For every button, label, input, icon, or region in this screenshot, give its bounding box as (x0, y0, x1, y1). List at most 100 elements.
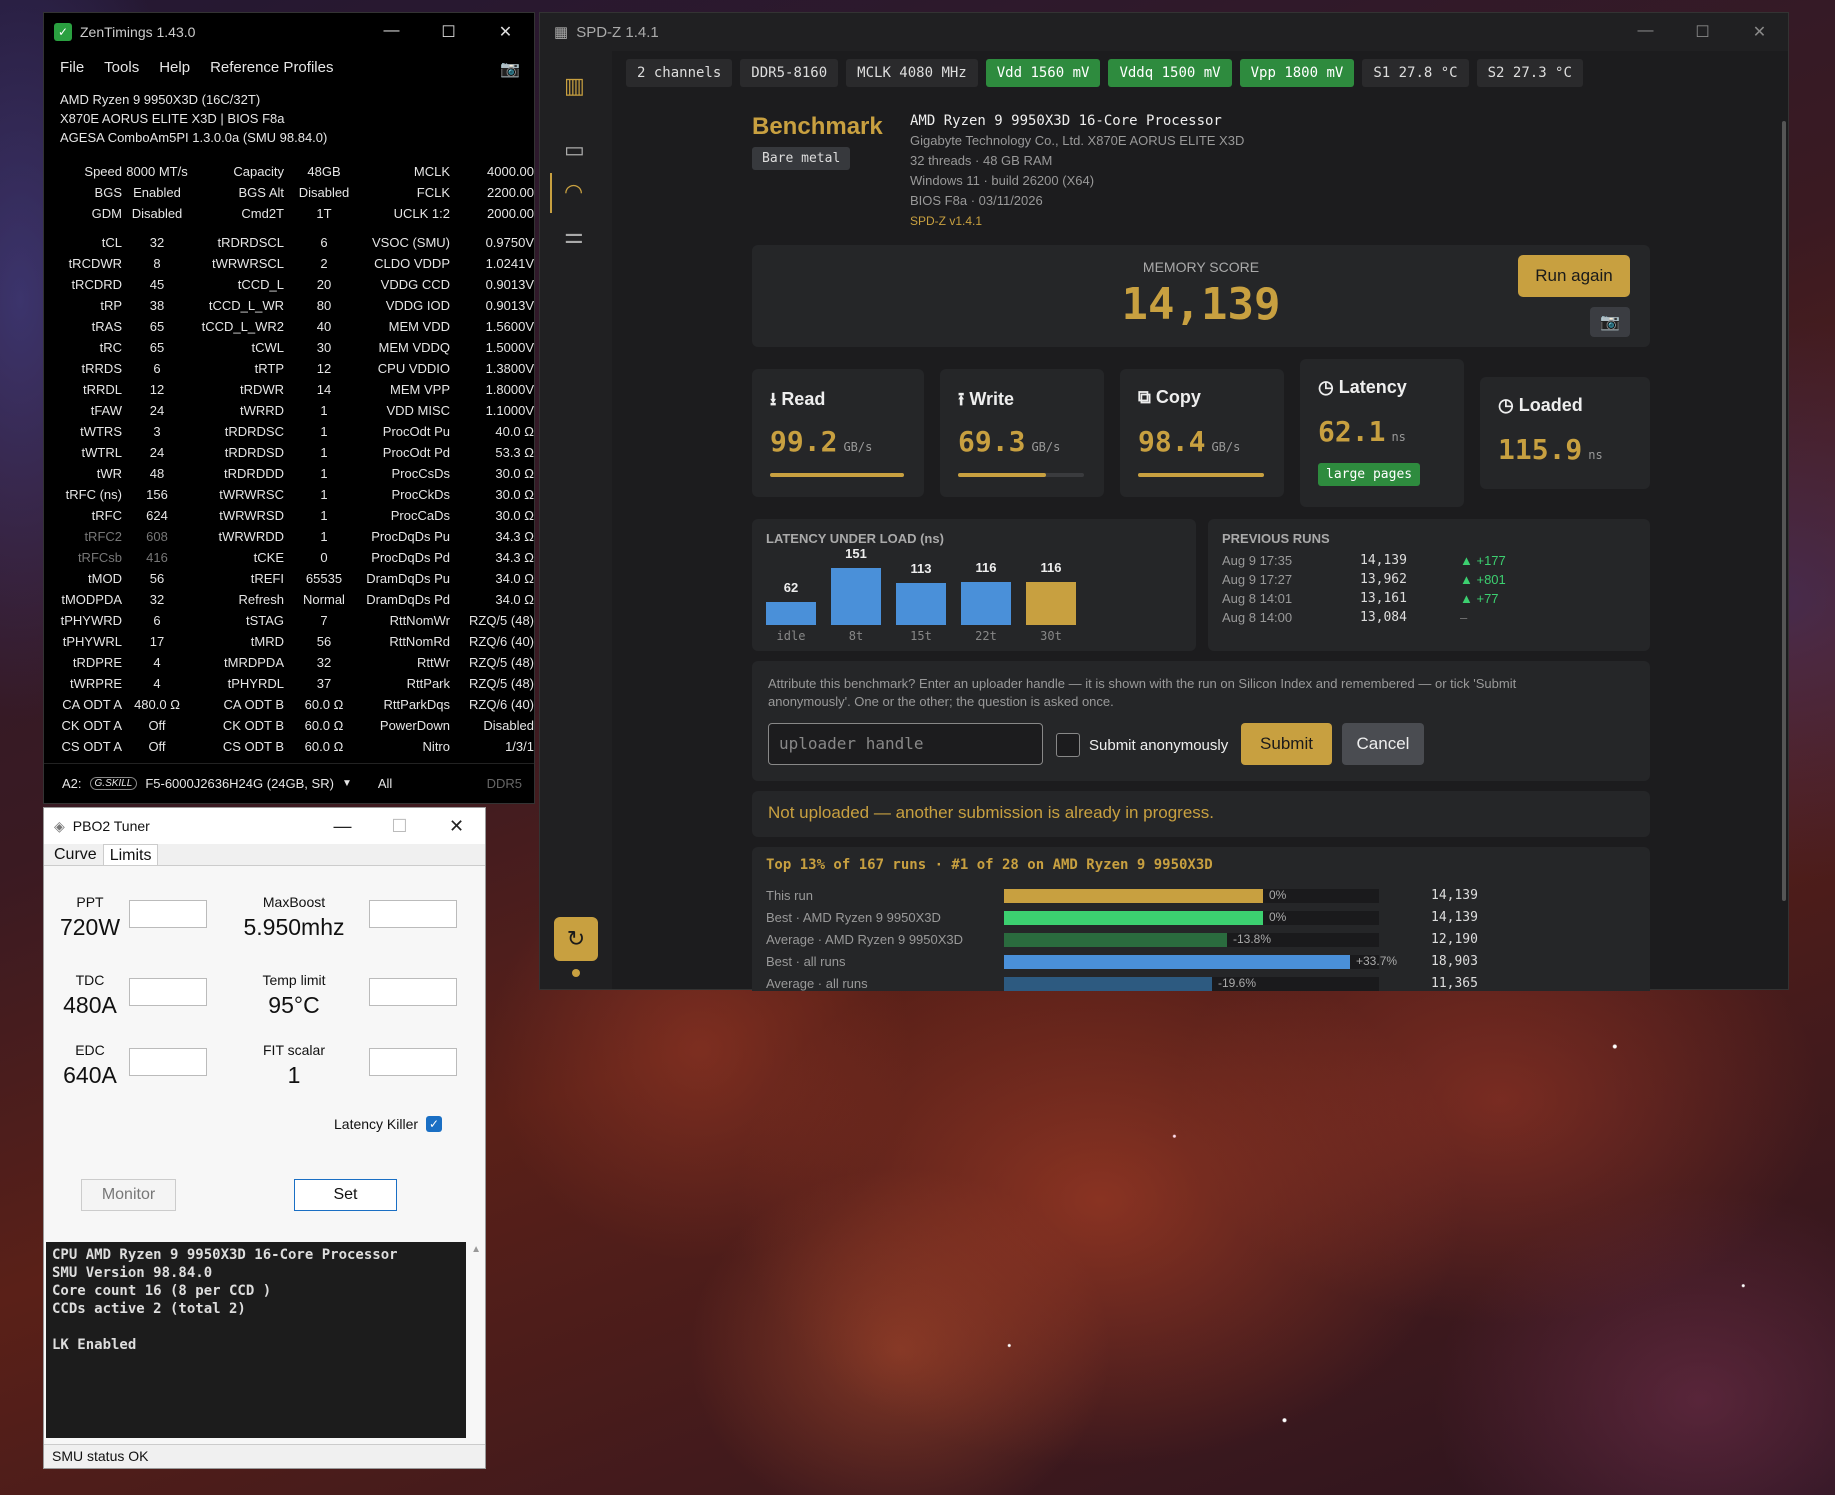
menu-tools[interactable]: Tools (104, 59, 139, 76)
gauge-icon[interactable]: ◠ (564, 179, 583, 205)
timing-value: 37 (316, 676, 332, 691)
timing-label: tWRRD (239, 403, 284, 418)
camera-icon[interactable]: 📷 (1590, 307, 1630, 337)
run-again-button[interactable]: Run again (1518, 255, 1630, 297)
previous-runs-panel: PREVIOUS RUNS Aug 9 17:35 14,139 ▲ +177 Aug… (1208, 519, 1650, 651)
timing-row: tRFC (ns) 156 tWRWRSC 1 ProcCkDs 30.0 Ω (44, 484, 534, 505)
screenshot-camera-icon[interactable]: 📷 (500, 59, 520, 79)
pbo-logo-icon: ◈ (54, 817, 65, 834)
read-card: ⭳ Read 99.2 GB/s (752, 369, 924, 497)
timing-row: CS ODT A Off CS ODT B 60.0 Ω Nitro 1/3/1 (44, 736, 534, 757)
cancel-button[interactable]: Cancel (1342, 723, 1424, 765)
spd-titlebar[interactable]: ▦ SPD-Z 1.4.1 — ☐ ✕ (540, 13, 1788, 51)
latency-killer-checkbox[interactable]: ✓ (426, 1116, 442, 1132)
timing-row: BGS Enabled BGS Alt Disabled FCLK 2200.00 (44, 182, 534, 203)
close-icon[interactable]: ✕ (477, 22, 534, 42)
ppt-input[interactable] (129, 900, 207, 928)
minimize-icon[interactable]: — (363, 22, 420, 42)
loaded-card: ◷ Loaded 115.9 ns (1480, 377, 1650, 489)
comparison-value: 14,139 (1431, 888, 1478, 903)
scroll-up-icon[interactable]: ▲ (471, 1244, 481, 1255)
menu-reference-profiles[interactable]: Reference Profiles (210, 59, 333, 76)
timing-value: 2 (320, 256, 328, 271)
timing-row: CK ODT A Off CK ODT B 60.0 Ω PowerDown Disabl… (44, 715, 534, 736)
anonymous-checkbox[interactable] (1056, 733, 1080, 757)
comparison-label: Average · all runs (766, 976, 868, 991)
timing-row: tFAW 24 tWRRD 1 VDD MISC 1.1000V (44, 400, 534, 421)
ppt-field: PPT 720W (52, 894, 128, 941)
tab-limits[interactable]: Limits (102, 844, 159, 865)
status-chips: 2 channels DDR5-8160 MCLK 4080 MHz Vdd 1… (626, 59, 1583, 87)
timing-label: tWRWRSCL (212, 256, 284, 271)
comparison-pct: 0% (1269, 910, 1287, 924)
chevron-down-icon[interactable]: ▼ (342, 778, 352, 789)
timing-value: 1 (320, 403, 328, 418)
timing-label: tCL (101, 235, 122, 250)
timing-value: RZQ/6 (40) (468, 634, 534, 649)
module-select[interactable]: F5-6000J2636H24G (24GB, SR) (145, 776, 334, 791)
close-icon[interactable]: ✕ (1731, 22, 1788, 42)
sliders-icon[interactable]: ⚌ (564, 223, 584, 249)
minimize-icon[interactable]: — (1617, 22, 1674, 42)
timing-label: tRDRDSD (224, 445, 284, 460)
timing-label: tCCD_L_WR2 (201, 319, 284, 334)
threads-ram: 32 threads · 48 GB RAM (910, 153, 1053, 168)
edc-label: EDC (75, 1042, 105, 1058)
timing-value: Disabled (483, 718, 534, 733)
timing-value: 624 (146, 508, 168, 523)
timing-value: RZQ/5 (48) (468, 613, 534, 628)
score-value: 14,139 (1121, 279, 1281, 330)
close-icon[interactable]: ✕ (428, 816, 485, 837)
previous-run-row: Aug 8 14:01 13,161 ▲ +77 (1222, 591, 1499, 606)
timing-label: tWRWRSC (219, 487, 284, 502)
maxboost-input[interactable] (369, 900, 457, 928)
console-output[interactable]: CPU AMD Ryzen 9 9950X3D 16-Core Processo… (46, 1242, 466, 1438)
latency-value: 62.1 (1318, 415, 1386, 448)
status-bar: SMU status OK (44, 1444, 485, 1468)
memory-module-icon[interactable]: ▥ (564, 73, 585, 99)
timing-value: Normal (303, 592, 345, 607)
menu-help[interactable]: Help (159, 59, 190, 76)
timing-label: CA ODT A (62, 697, 122, 712)
maximize-icon[interactable]: ☐ (420, 22, 477, 42)
tdc-input[interactable] (129, 978, 207, 1006)
fit-scalar-input[interactable] (369, 1048, 457, 1076)
timing-value: 480.0 Ω (134, 697, 180, 712)
tab-curve[interactable]: Curve (48, 844, 103, 865)
timing-label: MEM VDDQ (378, 340, 451, 355)
scrollbar[interactable] (1782, 121, 1786, 901)
timing-label: tREFI (250, 571, 284, 586)
temp-limit-input[interactable] (369, 978, 457, 1006)
monitor-button[interactable]: Monitor (81, 1179, 176, 1211)
edc-input[interactable] (129, 1048, 207, 1076)
bare-metal-badge: Bare metal (752, 147, 851, 170)
gskill-logo: G.SKILL (89, 777, 138, 790)
lul-title: LATENCY UNDER LOAD (ns) (766, 531, 944, 546)
submit-button[interactable]: Submit (1241, 723, 1332, 765)
run-delta: ▲ +801 (1460, 572, 1506, 587)
upload-warning: Not uploaded — another submission is alr… (752, 791, 1650, 837)
refresh-icon[interactable]: ↻ (554, 917, 598, 961)
minimize-icon[interactable]: — (314, 816, 371, 837)
timing-label: tCKE (253, 550, 284, 565)
zentimings-window: ✓ ZenTimings 1.43.0 — ☐ ✕ File Tools Hel… (43, 12, 535, 804)
maximize-icon[interactable]: ☐ (371, 816, 428, 837)
uploader-handle-input[interactable]: uploader handle (768, 723, 1043, 765)
all-select[interactable]: All (378, 776, 392, 791)
comparison-bar (1004, 933, 1227, 947)
timing-label: tRCDRD (71, 277, 122, 292)
vpp-chip: Vpp 1800 mV (1239, 59, 1355, 87)
timing-value: 3 (153, 424, 161, 439)
ram-stick-icon[interactable]: ▭ (564, 137, 585, 163)
maximize-icon[interactable]: ☐ (1674, 22, 1731, 42)
timing-value: Disabled (298, 185, 350, 200)
timing-label: tRFCsb (77, 550, 122, 565)
menu-file[interactable]: File (60, 59, 84, 76)
set-button[interactable]: Set (294, 1179, 397, 1211)
zen-titlebar[interactable]: ✓ ZenTimings 1.43.0 — ☐ ✕ (44, 13, 534, 51)
latency-bar-value: 116 (1040, 559, 1062, 575)
pbo-titlebar[interactable]: ◈ PBO2 Tuner — ☐ ✕ (44, 808, 485, 844)
timing-value: Off (148, 718, 166, 733)
timing-value: 2200.00 (487, 185, 534, 200)
run-score: 13,962 (1360, 572, 1407, 587)
